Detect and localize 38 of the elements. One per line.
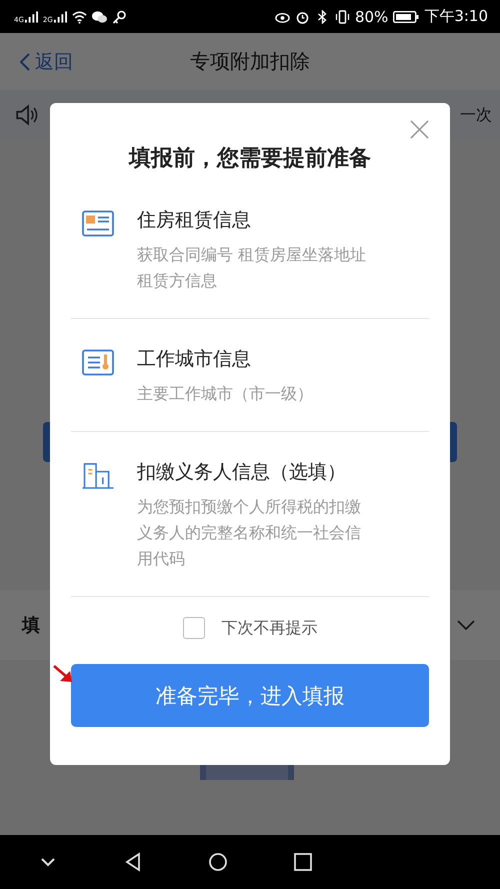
- item-title: 工作城市信息: [137, 347, 252, 371]
- home-icon[interactable]: [208, 852, 228, 872]
- checkbox-label: 下次不再提示: [222, 618, 318, 638]
- close-icon[interactable]: [410, 120, 429, 139]
- notice-text: 一次: [460, 104, 492, 126]
- building-icon: [82, 462, 114, 489]
- signal-icon: [24, 10, 38, 22]
- page-title: 专项附加扣除: [190, 48, 310, 75]
- confirm-button[interactable]: 准备完毕，进入填报: [71, 664, 429, 727]
- signal-icon: [54, 10, 67, 22]
- battery-percent: 80%: [354, 8, 388, 26]
- item-description: 获取合同编号 租赁房屋坐落地址: [137, 244, 366, 266]
- wifi-icon: [72, 10, 87, 24]
- chat-icon: [92, 10, 107, 24]
- item-description: 主要工作城市（市一级）: [137, 383, 313, 405]
- clock: 下午3:10: [424, 7, 488, 26]
- arrow-icon: [52, 664, 74, 684]
- item-title: 扣缴义务人信息（选填）: [137, 460, 347, 484]
- dialog-title: 填报前，您需要提前准备: [127, 145, 372, 173]
- item-description: 为您预扣预缴个人所得税的扣缴: [137, 496, 361, 518]
- checkbox[interactable]: [182, 617, 204, 639]
- item-description: 用代码: [137, 548, 186, 570]
- chevron-left-icon: [20, 52, 30, 70]
- list-thermometer-icon: [82, 349, 114, 376]
- back-icon[interactable]: [123, 852, 143, 872]
- item-description: 义务人的完整名称和统一社会信: [137, 522, 361, 544]
- back-button[interactable]: 返回: [0, 48, 73, 74]
- battery-icon: [393, 10, 420, 22]
- alarm-icon: [294, 10, 310, 24]
- recents-icon[interactable]: [293, 852, 313, 872]
- item-description: 租赁方信息: [137, 270, 218, 292]
- speaker-icon: [15, 104, 39, 126]
- chevron-down-icon: [457, 620, 475, 630]
- key-icon: [112, 10, 127, 24]
- item-title: 住房租赁信息: [137, 208, 252, 232]
- vibrate-icon: [334, 10, 350, 24]
- document-icon: [82, 210, 114, 237]
- section-title: 填: [22, 614, 40, 637]
